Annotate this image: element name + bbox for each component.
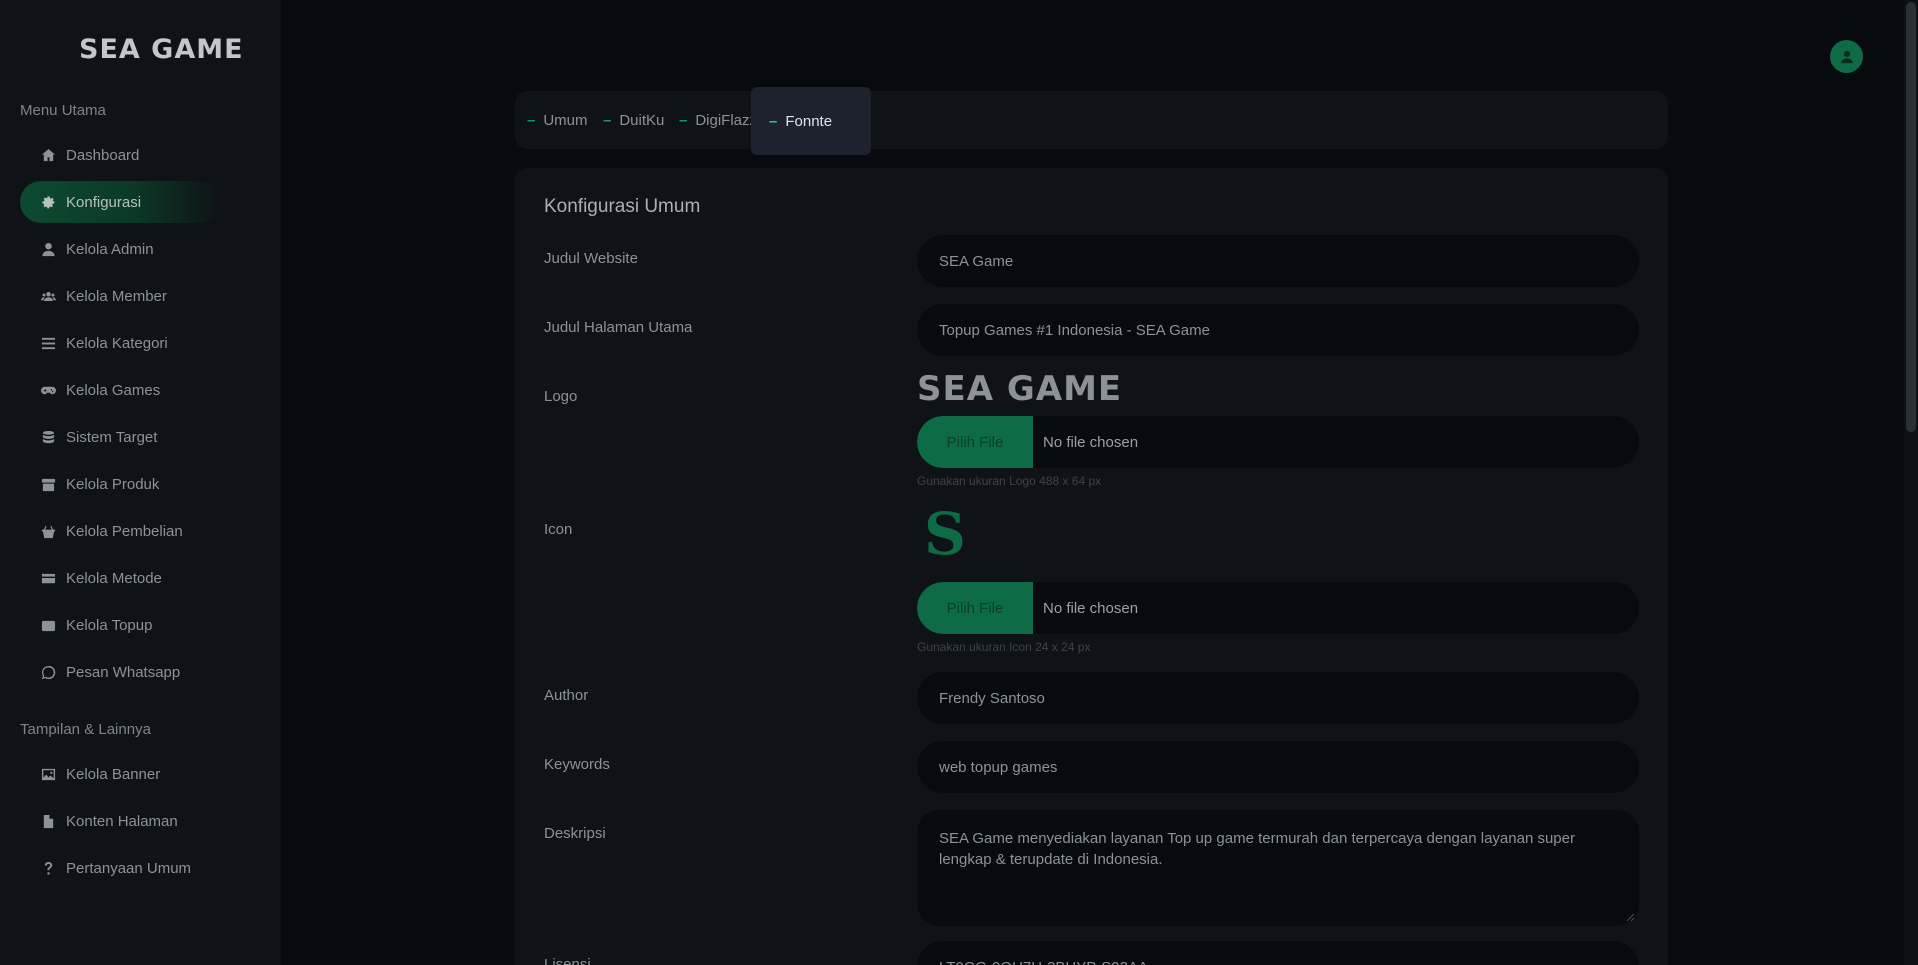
sidebar-item-label: Pesan Whatsapp (66, 663, 181, 681)
sidebar-item-pesan-whatsapp[interactable]: Pesan Whatsapp (20, 651, 220, 693)
logo-preview: SEA GAME (917, 369, 1123, 409)
gamepad-icon (38, 383, 58, 398)
gear-icon (38, 195, 58, 210)
author-input[interactable]: Frendy Santoso (917, 672, 1639, 724)
sidebar-item-label: Sistem Target (66, 428, 158, 446)
keywords-label: Keywords (544, 756, 610, 773)
logo-choose-file-button[interactable]: Pilih File (917, 416, 1033, 468)
icon-choose-file-button[interactable]: Pilih File (917, 582, 1033, 634)
sidebar-item-label: Kelola Pembelian (66, 522, 183, 540)
tab-label: DigiFlazz (695, 111, 758, 129)
tab-fonnte[interactable]: – Fonnte (751, 87, 871, 155)
sidebar-item-sistem-target[interactable]: Sistem Target (20, 416, 220, 458)
sidebar-item-kelola-member[interactable]: Kelola Member (20, 275, 220, 317)
home-icon (38, 148, 58, 163)
icon-preview: S (924, 500, 966, 568)
sidebar-item-kelola-banner[interactable]: Kelola Banner (20, 753, 220, 795)
description-label: Deskripsi (544, 825, 606, 842)
sidebar: SEA GAME Menu Utama Dashboard Konfiguras… (0, 0, 281, 965)
question-icon (38, 861, 58, 876)
tab-duitku[interactable]: – DuitKu (603, 91, 664, 149)
keywords-input[interactable]: web topup games (917, 741, 1639, 793)
whatsapp-icon (38, 665, 58, 680)
tab-label: Umum (543, 111, 588, 129)
list-icon (38, 336, 58, 351)
home-title-input[interactable]: Topup Games #1 Indonesia - SEA Game (917, 304, 1639, 356)
sidebar-item-kelola-kategori[interactable]: Kelola Kategori (20, 322, 220, 364)
sidebar-item-label: Dashboard (66, 146, 140, 164)
tab-label: Fonnte (785, 112, 833, 130)
license-input[interactable]: LT0QG-9OH7H-3BHYP-S93AA (917, 941, 1639, 965)
sidebar-item-label: Kelola Topup (66, 616, 153, 634)
brand-logo[interactable]: SEA GAME (79, 34, 244, 65)
icon-label: Icon (544, 521, 573, 538)
sidebar-item-kelola-produk[interactable]: Kelola Produk (20, 463, 220, 505)
logo-file-status: No file chosen (1043, 433, 1139, 451)
sidebar-item-label: Kelola Games (66, 381, 161, 399)
user-icon (1840, 50, 1853, 63)
icon-size-hint: Gunakan ukuran Icon 24 x 24 px (917, 640, 1091, 654)
user-icon (38, 242, 58, 257)
sidebar-item-konten-halaman[interactable]: Konten Halaman (20, 800, 220, 842)
basket-icon (38, 524, 58, 539)
logo-file-input[interactable]: Pilih File No file chosen (917, 416, 1639, 468)
image-icon (38, 767, 58, 782)
scrollbar-thumb[interactable] (1906, 2, 1916, 432)
sidebar-item-label: Konfigurasi (66, 193, 142, 211)
resize-handle-icon[interactable] (1625, 912, 1635, 922)
website-title-label: Judul Website (544, 250, 638, 267)
user-avatar[interactable] (1830, 40, 1863, 73)
tab-label: DuitKu (619, 111, 665, 129)
section-title-other: Tampilan & Lainnya (20, 721, 151, 738)
database-icon (38, 430, 58, 445)
license-label: Lisensi (544, 956, 591, 965)
sidebar-item-label: Kelola Member (66, 287, 167, 305)
sidebar-item-kelola-games[interactable]: Kelola Games (20, 369, 220, 411)
website-title-input[interactable]: SEA Game (917, 235, 1639, 287)
sidebar-item-label: Pertanyaan Umum (66, 859, 192, 877)
icon-file-status: No file chosen (1043, 599, 1139, 617)
tab-umum[interactable]: – Umum (527, 91, 588, 149)
home-title-label: Judul Halaman Utama (544, 319, 693, 336)
logo-size-hint: Gunakan ukuran Logo 488 x 64 px (917, 474, 1102, 488)
dash-marker: – (527, 111, 536, 129)
description-text: SEA Game menyediakan layanan Top up game… (939, 830, 1575, 868)
icon-file-input[interactable]: Pilih File No file chosen (917, 582, 1639, 634)
dash-marker: – (603, 111, 612, 129)
description-textarea[interactable]: SEA Game menyediakan layanan Top up game… (917, 810, 1639, 926)
sidebar-item-label: Kelola Banner (66, 765, 161, 783)
author-label: Author (544, 687, 589, 704)
sidebar-item-pertanyaan-umum[interactable]: Pertanyaan Umum (20, 847, 220, 889)
sidebar-item-kelola-pembelian[interactable]: Kelola Pembelian (20, 510, 220, 552)
sidebar-item-label: Kelola Metode (66, 569, 162, 587)
page-scrollbar[interactable] (1904, 0, 1918, 965)
dash-marker: – (769, 112, 778, 130)
box-icon (38, 477, 58, 492)
sidebar-item-kelola-admin[interactable]: Kelola Admin (20, 228, 220, 270)
logo-label: Logo (544, 388, 578, 405)
dash-marker: – (679, 111, 688, 129)
sidebar-item-konfigurasi[interactable]: Konfigurasi (20, 181, 220, 223)
wallet-icon (38, 618, 58, 633)
sidebar-item-kelola-topup[interactable]: Kelola Topup (20, 604, 220, 646)
section-title-main: Menu Utama (20, 102, 106, 119)
sidebar-item-label: Kelola Produk (66, 475, 160, 493)
sidebar-item-label: Konten Halaman (66, 812, 178, 830)
credit-card-icon (38, 571, 58, 586)
users-icon (38, 289, 58, 304)
file-icon (38, 814, 58, 829)
sidebar-item-dashboard[interactable]: Dashboard (20, 134, 220, 176)
page-title: Konfigurasi Umum (544, 196, 701, 217)
sidebar-item-label: Kelola Kategori (66, 334, 168, 352)
tab-digiflazz[interactable]: – DigiFlazz (679, 91, 757, 149)
sidebar-item-label: Kelola Admin (66, 240, 154, 258)
sidebar-item-kelola-metode[interactable]: Kelola Metode (20, 557, 220, 599)
